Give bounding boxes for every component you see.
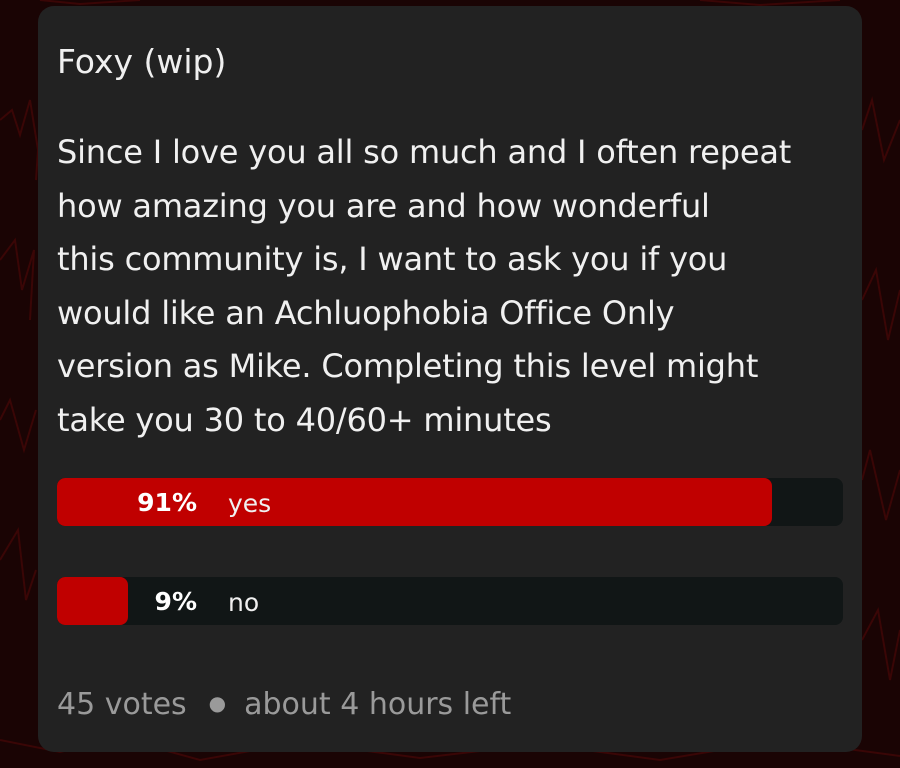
post-title: Foxy (wip)	[57, 42, 227, 81]
poll-post-card: Foxy (wip) Since I love you all so much …	[38, 6, 862, 752]
poll-option-no-fill	[57, 577, 128, 625]
poll-footer: 45 votes ● about 4 hours left	[57, 683, 511, 728]
poll-option-no-label: no	[228, 588, 260, 617]
post-body: Since I love you all so much and I often…	[57, 133, 792, 439]
time-left: about 4 hours left	[244, 687, 512, 722]
poll-option-no[interactable]: 9% no	[57, 577, 843, 625]
poll-option-yes[interactable]: 91% yes	[57, 478, 843, 526]
vote-count: 45 votes	[57, 687, 187, 722]
poll-option-yes-percent: 91%	[137, 488, 197, 517]
poll-option-yes-label: yes	[228, 489, 272, 518]
poll-option-no-percent: 9%	[154, 587, 197, 616]
separator-dot-icon: ●	[208, 690, 227, 715]
